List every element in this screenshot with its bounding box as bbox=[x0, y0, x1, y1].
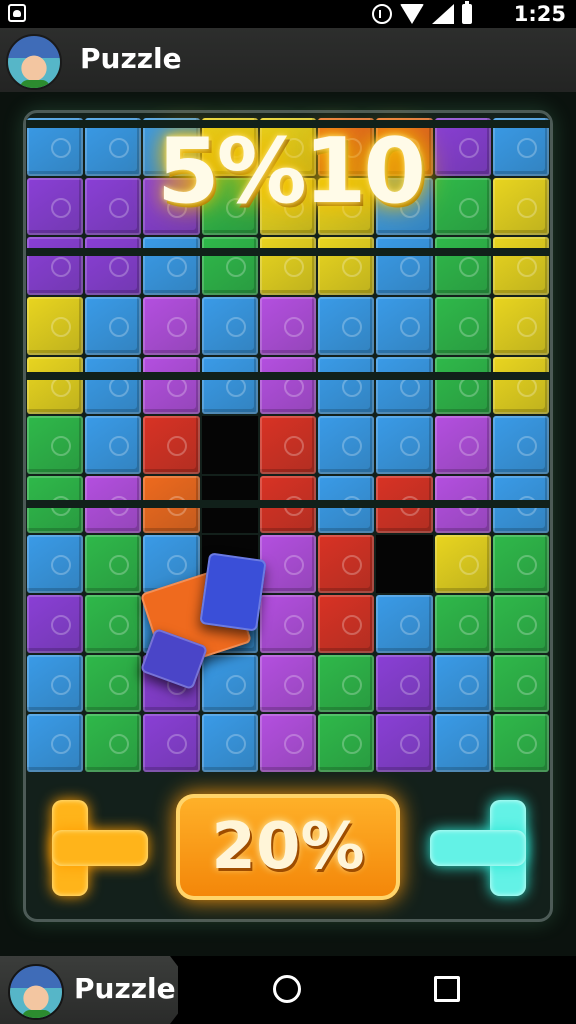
right-piece-button[interactable] bbox=[430, 800, 530, 896]
sync-icon bbox=[372, 4, 392, 24]
puzzle-tile[interactable] bbox=[85, 296, 142, 355]
puzzle-tile[interactable] bbox=[143, 237, 200, 295]
status-time: 1:25 bbox=[513, 2, 566, 26]
puzzle-tile[interactable] bbox=[434, 177, 491, 236]
puzzle-tile[interactable] bbox=[492, 416, 549, 474]
puzzle-tile[interactable] bbox=[318, 356, 375, 415]
puzzle-tile[interactable] bbox=[27, 177, 84, 236]
row-separator bbox=[26, 120, 550, 128]
puzzle-tile[interactable] bbox=[259, 237, 317, 295]
puzzle-tile[interactable] bbox=[434, 714, 491, 772]
puzzle-tile[interactable] bbox=[143, 356, 200, 415]
puzzle-tile[interactable] bbox=[85, 177, 142, 236]
battery-icon bbox=[462, 1, 472, 24]
puzzle-tile[interactable] bbox=[492, 535, 549, 594]
puzzle-tile[interactable] bbox=[27, 714, 84, 772]
puzzle-tile[interactable] bbox=[143, 416, 200, 474]
puzzle-tile[interactable] bbox=[259, 356, 317, 415]
right-piece-arm bbox=[430, 830, 526, 866]
puzzle-tile[interactable] bbox=[85, 416, 142, 474]
recents-button-icon[interactable] bbox=[434, 976, 460, 1002]
puzzle-tile[interactable] bbox=[259, 296, 317, 355]
puzzle-tile[interactable] bbox=[376, 714, 433, 772]
row-separator bbox=[26, 372, 550, 380]
left-piece-button[interactable] bbox=[52, 800, 152, 896]
puzzle-tile[interactable] bbox=[434, 416, 491, 474]
app-title: Puzzle bbox=[80, 42, 182, 75]
puzzle-tile[interactable] bbox=[434, 356, 491, 415]
row-separator bbox=[26, 248, 550, 256]
puzzle-tile[interactable] bbox=[376, 296, 433, 355]
puzzle-tile[interactable] bbox=[318, 416, 375, 474]
puzzle-tile[interactable] bbox=[259, 416, 317, 474]
home-button-icon[interactable] bbox=[273, 975, 301, 1003]
puzzle-tile[interactable] bbox=[318, 654, 375, 713]
puzzle-tile[interactable] bbox=[85, 714, 142, 772]
puzzle-tile[interactable] bbox=[434, 595, 491, 653]
puzzle-tile[interactable] bbox=[434, 296, 491, 355]
notification-app-icon bbox=[8, 4, 26, 22]
nav-app-chip[interactable]: Puzzle bbox=[0, 956, 178, 1024]
puzzle-tile[interactable] bbox=[85, 654, 142, 713]
puzzle-tile[interactable] bbox=[201, 356, 258, 415]
puzzle-tile[interactable] bbox=[318, 595, 375, 653]
puzzle-tile[interactable] bbox=[492, 356, 549, 415]
puzzle-tile[interactable] bbox=[376, 595, 433, 653]
puzzle-tile[interactable] bbox=[492, 237, 549, 295]
empty-slot bbox=[201, 416, 258, 474]
status-icons bbox=[372, 1, 472, 25]
cell-signal-icon bbox=[432, 4, 454, 24]
puzzle-tile[interactable] bbox=[27, 237, 84, 295]
puzzle-tile[interactable] bbox=[201, 654, 258, 713]
puzzle-tile[interactable] bbox=[143, 296, 200, 355]
puzzle-tile[interactable] bbox=[27, 356, 84, 415]
puzzle-tile[interactable] bbox=[376, 356, 433, 415]
nav-app-title: Puzzle bbox=[74, 972, 176, 1005]
puzzle-tile[interactable] bbox=[85, 356, 142, 415]
left-piece-arm bbox=[52, 830, 148, 866]
puzzle-tile[interactable] bbox=[492, 296, 549, 355]
puzzle-tile[interactable] bbox=[318, 296, 375, 355]
puzzle-tile[interactable] bbox=[259, 714, 317, 772]
loose-puzzle-piece[interactable] bbox=[199, 552, 267, 632]
puzzle-tile[interactable] bbox=[27, 654, 84, 713]
puzzle-tile[interactable] bbox=[492, 595, 549, 653]
puzzle-tile[interactable] bbox=[27, 535, 84, 594]
puzzle-tile[interactable] bbox=[318, 535, 375, 594]
puzzle-tile[interactable] bbox=[376, 654, 433, 713]
puzzle-tile[interactable] bbox=[318, 714, 375, 772]
puzzle-tile[interactable] bbox=[492, 654, 549, 713]
puzzle-tile[interactable] bbox=[376, 416, 433, 474]
puzzle-tile[interactable] bbox=[85, 535, 142, 594]
status-bar: 1:25 bbox=[0, 0, 576, 28]
nav-avatar-icon bbox=[8, 964, 64, 1020]
puzzle-tile[interactable] bbox=[492, 177, 549, 236]
score-display: 5%10 bbox=[156, 119, 426, 224]
puzzle-tile[interactable] bbox=[434, 237, 491, 295]
puzzle-tile[interactable] bbox=[434, 535, 491, 594]
row-separator bbox=[26, 500, 550, 508]
puzzle-tile[interactable] bbox=[27, 296, 84, 355]
puzzle-tile[interactable] bbox=[318, 237, 375, 295]
puzzle-tile[interactable] bbox=[27, 595, 84, 653]
empty-slot bbox=[376, 535, 433, 594]
puzzle-tile[interactable] bbox=[85, 237, 142, 295]
puzzle-tile[interactable] bbox=[259, 595, 317, 653]
puzzle-tile[interactable] bbox=[376, 237, 433, 295]
puzzle-tile[interactable] bbox=[85, 595, 142, 653]
puzzle-tile[interactable] bbox=[492, 714, 549, 772]
progress-percent: 20% bbox=[211, 810, 365, 884]
puzzle-tile[interactable] bbox=[27, 416, 84, 474]
puzzle-tile[interactable] bbox=[201, 714, 258, 772]
puzzle-tile[interactable] bbox=[201, 296, 258, 355]
puzzle-tile[interactable] bbox=[201, 237, 258, 295]
puzzle-tile[interactable] bbox=[143, 714, 200, 772]
puzzle-tile[interactable] bbox=[434, 654, 491, 713]
wifi-icon bbox=[400, 4, 424, 24]
puzzle-tile[interactable] bbox=[259, 654, 317, 713]
app-header: Puzzle bbox=[0, 28, 576, 92]
puzzle-tile[interactable] bbox=[259, 535, 317, 594]
app-avatar-icon[interactable] bbox=[6, 34, 62, 90]
